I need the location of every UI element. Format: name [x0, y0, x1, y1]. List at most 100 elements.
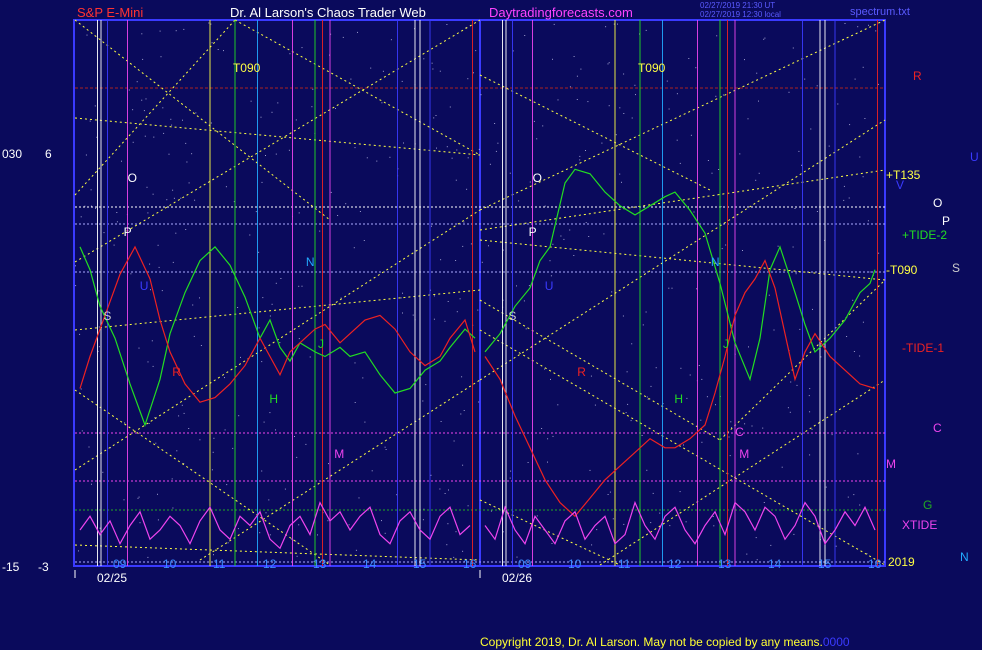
- star: [98, 326, 100, 328]
- star: [809, 411, 811, 413]
- series-tide-line: [484, 168, 876, 382]
- star: [284, 488, 286, 490]
- star: [462, 464, 464, 466]
- day-panel-02-26: 09 10 11 12 13 14 15 16 02/26 T090 O P S R U N H J MC: [479, 61, 882, 585]
- star: [787, 407, 789, 409]
- star: [509, 172, 511, 174]
- day-panel-02-25: 09 10 11 12 13 14 15 16 02/25 T090 O P S R U N H J M: [74, 61, 477, 585]
- star: [298, 285, 300, 287]
- star: [298, 524, 300, 526]
- star: [237, 528, 239, 530]
- star: [440, 259, 442, 261]
- star: [528, 285, 530, 287]
- star: [542, 125, 544, 127]
- star: [224, 429, 226, 431]
- star: [186, 161, 188, 163]
- y-bottom-inner: -3: [38, 560, 49, 574]
- star: [755, 179, 757, 181]
- star: [551, 543, 553, 544]
- star: [748, 346, 749, 348]
- star: [655, 367, 657, 369]
- star: [453, 556, 455, 558]
- star: [812, 308, 813, 310]
- annotation-h: H: [674, 392, 683, 406]
- star: [371, 470, 373, 472]
- y-top-outer: 030: [2, 147, 23, 161]
- star: [269, 315, 271, 317]
- star: [621, 181, 622, 183]
- star: [645, 29, 647, 31]
- star: [768, 294, 770, 296]
- star: [607, 494, 609, 495]
- star: [139, 522, 141, 524]
- star: [509, 477, 511, 479]
- star: [295, 540, 297, 542]
- annotation-u: U: [140, 279, 149, 293]
- star: [116, 212, 118, 213]
- star: [447, 523, 449, 525]
- series-xtide-line: [79, 501, 471, 550]
- star: [163, 132, 165, 134]
- star: [816, 211, 818, 212]
- star: [354, 362, 356, 364]
- star: [631, 343, 633, 345]
- star: [258, 327, 260, 329]
- star: [467, 78, 469, 80]
- chaos-chart: 09 10 11 12 13 14 15 16 02/25 T090 O P S R U N H J M 09 10 11…: [73, 19, 886, 585]
- star: [552, 243, 554, 245]
- star: [268, 499, 270, 501]
- star: [712, 516, 714, 517]
- star: [199, 439, 201, 441]
- star: [544, 368, 546, 370]
- star: [721, 248, 723, 250]
- star: [788, 91, 790, 93]
- star: [170, 118, 172, 120]
- star: [716, 35, 718, 37]
- star: [679, 162, 681, 164]
- star: [764, 37, 766, 39]
- star: [579, 159, 581, 161]
- right-label-p: P: [942, 214, 951, 228]
- star: [146, 186, 148, 188]
- star: [431, 225, 432, 227]
- star: [573, 255, 575, 256]
- star: [157, 244, 159, 246]
- star: [650, 385, 652, 387]
- site-link[interactable]: Daytradingforecasts.com: [489, 5, 633, 20]
- star: [686, 397, 688, 399]
- star: [193, 335, 195, 337]
- right-label-tide2: +TIDE-2: [902, 228, 948, 242]
- star: [810, 128, 812, 130]
- star: [259, 532, 261, 534]
- star: [623, 113, 625, 114]
- star: [232, 447, 234, 449]
- star: [711, 172, 713, 174]
- star: [580, 68, 582, 70]
- star: [269, 534, 271, 536]
- annotation-c: C: [735, 425, 744, 439]
- star: [301, 47, 303, 49]
- star: [859, 504, 861, 506]
- right-label-t090: -T090: [886, 263, 918, 277]
- hour-tick-label: 13: [313, 557, 327, 571]
- star: [412, 314, 414, 316]
- star: [770, 544, 772, 546]
- angle-line: [599, 379, 886, 566]
- star: [363, 240, 365, 241]
- star: [342, 36, 344, 38]
- star: [439, 488, 441, 490]
- star: [172, 261, 174, 263]
- star: [777, 245, 779, 247]
- star: [742, 250, 743, 251]
- star: [280, 278, 282, 279]
- star: [75, 265, 76, 267]
- star: [98, 346, 100, 348]
- annotation-n: N: [711, 255, 720, 269]
- star: [668, 108, 670, 110]
- star: [317, 534, 318, 536]
- star: [155, 442, 157, 444]
- star: [370, 67, 372, 69]
- star: [587, 101, 589, 103]
- annotation-u: U: [545, 279, 554, 293]
- star: [260, 116, 262, 118]
